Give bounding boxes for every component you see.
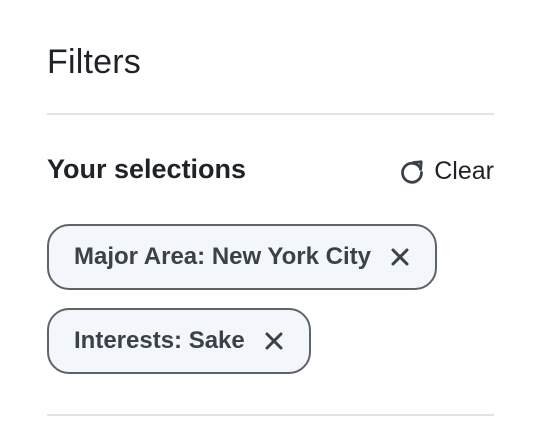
selections-heading: Your selections — [47, 154, 247, 184]
close-icon[interactable] — [263, 330, 285, 352]
chip-interests[interactable]: Interests: Sake — [47, 308, 311, 374]
divider-top — [47, 113, 494, 115]
clear-label: Clear — [434, 156, 494, 185]
selection-chips: Major Area: New York City Interests: Sak… — [47, 224, 494, 392]
divider-bottom — [47, 414, 494, 416]
chip-major-area[interactable]: Major Area: New York City — [47, 224, 437, 290]
chip-label: Major Area: New York City — [74, 243, 371, 270]
filters-panel: Filters Your selections Clear Major Area… — [47, 0, 494, 444]
close-icon[interactable] — [389, 246, 411, 268]
refresh-icon — [398, 157, 426, 185]
filters-title: Filters — [47, 43, 141, 81]
chip-label: Interests: Sake — [74, 327, 245, 354]
clear-button[interactable]: Clear — [398, 153, 494, 189]
